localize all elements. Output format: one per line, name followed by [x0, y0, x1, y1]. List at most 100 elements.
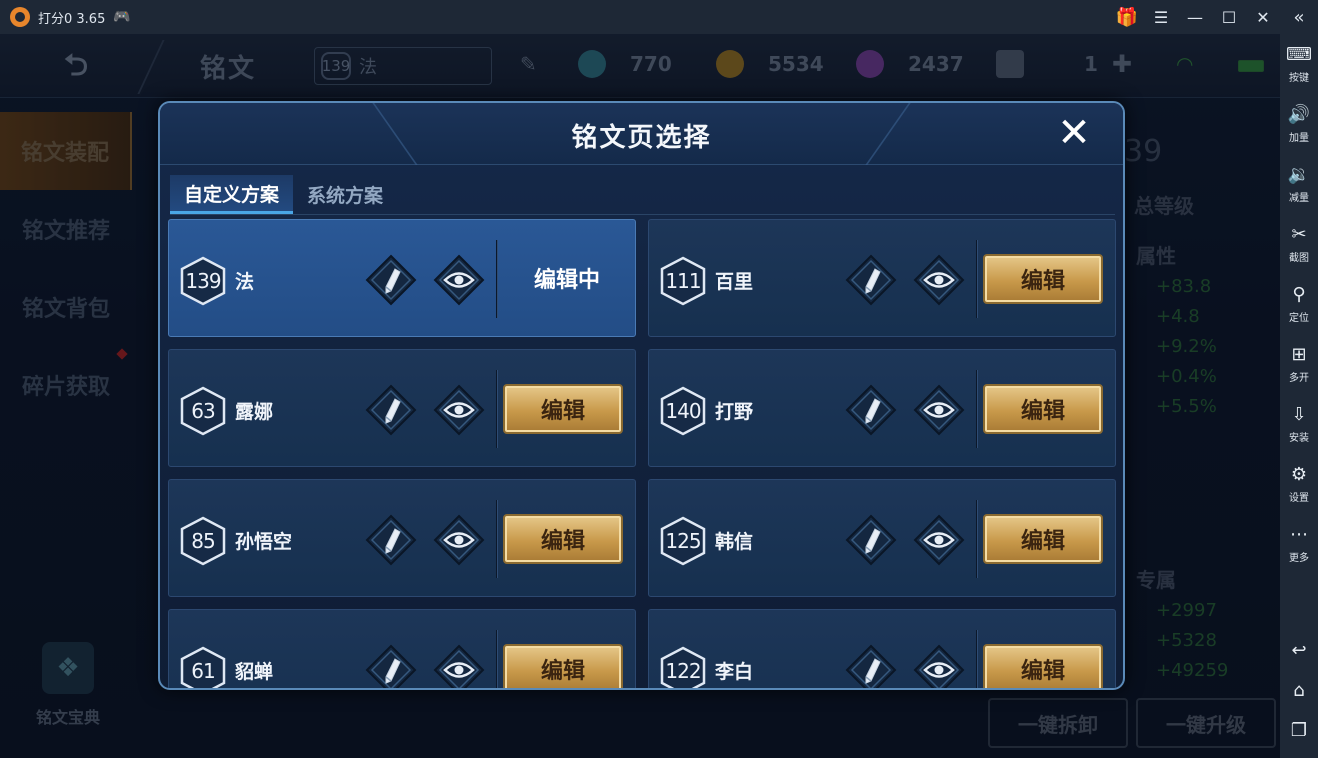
edit-button[interactable]: 编辑 — [503, 384, 623, 434]
rename-pencil-icon[interactable] — [845, 384, 897, 436]
sidebar-label: 截图 — [1289, 252, 1309, 264]
rune-page-level: 111 — [665, 269, 701, 293]
preview-eye-icon[interactable] — [433, 384, 485, 436]
card-divider — [976, 630, 977, 688]
rune-page-name: 法 — [235, 271, 255, 293]
rune-page-list: 139 法编辑中 111 百里 编辑 63 露娜 编辑 140 打野 编辑 85 孙悟空 编辑 125 韩信编… — [168, 219, 1117, 688]
rename-pencil-icon[interactable] — [365, 254, 417, 306]
location-icon: ⚲ — [1292, 283, 1306, 305]
sidebar-label: 加量 — [1289, 132, 1309, 144]
preview-eye-icon[interactable] — [913, 644, 965, 688]
rune-page-name: 李白 — [715, 661, 754, 683]
minimize-icon[interactable]: — — [1178, 0, 1212, 34]
level-hexagon: 139 — [179, 256, 227, 306]
apk-install-icon: ⇩ — [1291, 403, 1307, 425]
card-divider — [496, 240, 497, 318]
multi-open-icon: ⊞ — [1291, 343, 1307, 365]
rename-pencil-icon[interactable] — [845, 514, 897, 566]
card-divider — [496, 500, 497, 578]
emulator-titlebar: 打分0 3.65 🎮 🎁 ☰ — ☐ ✕ « — [0, 0, 1318, 34]
sidebar-label: 多开 — [1289, 372, 1309, 384]
rune-page-name: 孙悟空 — [235, 531, 293, 553]
rune-page-card[interactable]: 61 貂蝉 编辑 — [168, 609, 636, 688]
gift-icon[interactable]: 🎁 — [1110, 0, 1144, 34]
preview-eye-icon[interactable] — [433, 254, 485, 306]
sidebar-more-button[interactable]: ⋯ 更多 — [1280, 514, 1318, 574]
edit-button[interactable]: 编辑 — [503, 644, 623, 688]
rune-page-level: 140 — [665, 399, 701, 423]
dialog-title: 铭文页选择 — [571, 123, 712, 153]
tab-custom-scheme[interactable]: 自定义方案 — [170, 175, 294, 214]
tab-system-scheme[interactable]: 系统方案 — [293, 175, 397, 214]
close-icon[interactable]: ✕ — [1053, 113, 1095, 155]
edit-button[interactable]: 编辑 — [983, 254, 1103, 304]
rune-page-card[interactable]: 125 韩信 编辑 — [648, 479, 1116, 597]
rune-page-card[interactable]: 111 百里 编辑 — [648, 219, 1116, 337]
preview-eye-icon[interactable] — [433, 514, 485, 566]
emulator-window: 打分0 3.65 🎮 🎁 ☰ — ☐ ✕ « ⮌ 铭文 139 法 ✎ 770 — [0, 0, 1318, 758]
back-nav-icon[interactable]: ↩ — [1280, 630, 1318, 670]
sidebar-keyboard-button[interactable]: ⌨ 按键 — [1280, 34, 1318, 94]
more-icon: ⋯ — [1290, 523, 1308, 545]
rune-page-card[interactable]: 139 法 编辑中 — [168, 219, 636, 337]
rename-pencil-icon[interactable] — [845, 644, 897, 688]
android-nav: ↩ ⌂ ❐ — [1280, 630, 1318, 750]
sidebar-label: 安装 — [1289, 432, 1309, 444]
rune-page-card[interactable]: 63 露娜 编辑 — [168, 349, 636, 467]
level-hexagon: 111 — [659, 256, 707, 306]
gamepad-icon[interactable]: 🎮 — [113, 9, 130, 25]
emulator-sidebar: ⌨ 按键 🔊 加量 🔉 减量 ✂ 截图 ⚲ 定位 ⊞ 多开 ⇩ 安装 ⚙ 设置 ⋯ 更多 ↩ ⌂ ❐ — [1280, 34, 1318, 758]
preview-eye-icon[interactable] — [913, 254, 965, 306]
app-logo-icon — [10, 7, 30, 27]
preview-eye-icon[interactable] — [913, 514, 965, 566]
level-hexagon: 122 — [659, 646, 707, 688]
home-icon[interactable]: ⌂ — [1280, 670, 1318, 710]
rename-pencil-icon[interactable] — [365, 644, 417, 688]
recent-apps-icon[interactable]: ❐ — [1280, 710, 1318, 750]
sidebar-scissors-button[interactable]: ✂ 截图 — [1280, 214, 1318, 274]
edit-button[interactable]: 编辑 — [503, 514, 623, 564]
rename-pencil-icon[interactable] — [845, 254, 897, 306]
preview-eye-icon[interactable] — [913, 384, 965, 436]
rune-page-name: 百里 — [715, 271, 754, 293]
rune-page-level: 63 — [191, 399, 215, 423]
card-divider — [976, 240, 977, 318]
sidebar-label: 减量 — [1289, 192, 1309, 204]
edit-button[interactable]: 编辑 — [983, 644, 1103, 688]
rune-page-level: 125 — [665, 529, 701, 553]
preview-eye-icon[interactable] — [433, 644, 485, 688]
keyboard-icon: ⌨ — [1286, 43, 1312, 65]
card-divider — [496, 370, 497, 448]
rune-page-card[interactable]: 122 李白 编辑 — [648, 609, 1116, 688]
level-hexagon: 140 — [659, 386, 707, 436]
editing-status: 编辑中 — [533, 268, 600, 293]
sidebar-location-button[interactable]: ⚲ 定位 — [1280, 274, 1318, 334]
rune-page-level: 85 — [191, 529, 215, 553]
close-window-icon[interactable]: ✕ — [1246, 0, 1280, 34]
window-title: 打分0 3.65 — [38, 11, 106, 27]
volume-up-icon: 🔊 — [1287, 103, 1311, 125]
rune-page-card[interactable]: 140 打野 编辑 — [648, 349, 1116, 467]
sidebar-multi-open-button[interactable]: ⊞ 多开 — [1280, 334, 1318, 394]
rename-pencil-icon[interactable] — [365, 384, 417, 436]
maximize-icon[interactable]: ☐ — [1212, 0, 1246, 34]
edit-button[interactable]: 编辑 — [983, 384, 1103, 434]
rename-pencil-icon[interactable] — [365, 514, 417, 566]
edit-button[interactable]: 编辑 — [983, 514, 1103, 564]
volume-down-icon: 🔉 — [1287, 163, 1311, 185]
sidebar-gear-button[interactable]: ⚙ 设置 — [1280, 454, 1318, 514]
sidebar-volume-up-button[interactable]: 🔊 加量 — [1280, 94, 1318, 154]
dialog-header: 铭文页选择 ✕ — [160, 103, 1123, 165]
rune-page-level: 61 — [191, 659, 215, 683]
level-hexagon: 85 — [179, 516, 227, 566]
sidebar-volume-down-button[interactable]: 🔉 减量 — [1280, 154, 1318, 214]
collapse-sidebar-icon[interactable]: « — [1280, 0, 1318, 34]
sidebar-apk-install-button[interactable]: ⇩ 安装 — [1280, 394, 1318, 454]
rune-page-name: 露娜 — [235, 401, 274, 423]
level-hexagon: 63 — [179, 386, 227, 436]
card-divider — [496, 630, 497, 688]
card-divider — [976, 500, 977, 578]
rune-page-card[interactable]: 85 孙悟空 编辑 — [168, 479, 636, 597]
rune-page-name: 打野 — [715, 401, 754, 423]
menu-icon[interactable]: ☰ — [1144, 0, 1178, 34]
